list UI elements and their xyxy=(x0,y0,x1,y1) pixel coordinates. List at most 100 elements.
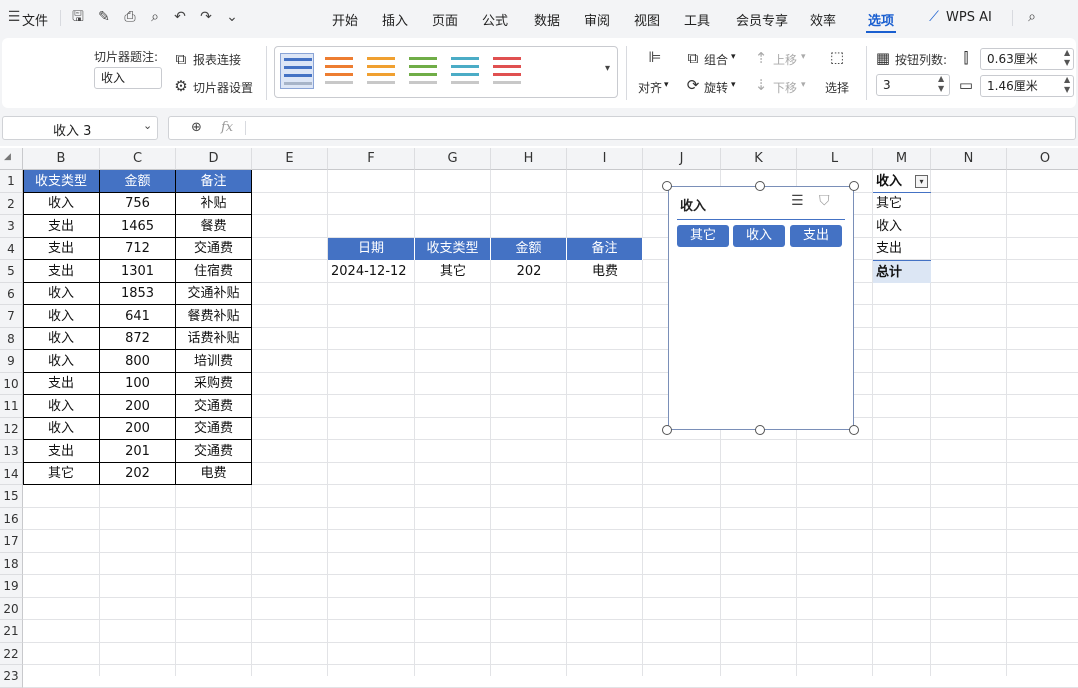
spinner-arrows-icon[interactable]: ▲ ▼ xyxy=(938,74,944,94)
zoom-icon[interactable]: ⊕ xyxy=(191,120,202,135)
bring-forward-button[interactable]: 上移 xyxy=(773,51,797,68)
tab-tools[interactable]: 工具 xyxy=(684,10,710,29)
table-cell[interactable]: 餐费补贴 xyxy=(176,305,252,328)
table-cell[interactable]: 2024-12-12 xyxy=(328,260,415,283)
resize-handle[interactable] xyxy=(849,425,859,435)
chevron-down-icon[interactable]: ⌄ xyxy=(143,119,152,132)
tab-formula[interactable]: 公式 xyxy=(482,10,508,29)
hamburger-menu-icon[interactable]: ☰ xyxy=(6,9,22,25)
tab-home[interactable]: 开始 xyxy=(332,10,358,29)
table-cell[interactable]: 872 xyxy=(100,328,176,350)
column-header-j[interactable]: J xyxy=(643,148,721,170)
row-header-6[interactable]: 6 xyxy=(0,283,23,305)
row-header-16[interactable]: 16 xyxy=(0,508,23,530)
column-header-k[interactable]: K xyxy=(721,148,797,170)
table-header-cell[interactable]: 备注 xyxy=(567,238,643,260)
row-header-21[interactable]: 21 xyxy=(0,620,23,643)
row-header-19[interactable]: 19 xyxy=(0,575,23,598)
table-cell[interactable]: 支出 xyxy=(23,373,100,395)
slicer-style-6[interactable] xyxy=(490,53,524,89)
table-header-cell[interactable]: 收支类型 xyxy=(415,238,491,260)
row-header-17[interactable]: 17 xyxy=(0,530,23,553)
slicer-button-income[interactable]: 收入 xyxy=(733,225,785,247)
table-cell[interactable]: 餐费 xyxy=(176,215,252,238)
table-cell[interactable]: 收入 xyxy=(23,395,100,418)
column-header-n[interactable]: N xyxy=(931,148,1007,170)
pivot-item-cell[interactable]: 其它 xyxy=(873,193,931,215)
pivot-item-cell[interactable]: 支出 xyxy=(873,238,931,260)
table-cell[interactable]: 收入 xyxy=(23,350,100,373)
table-cell[interactable]: 支出 xyxy=(23,260,100,283)
table-cell[interactable]: 712 xyxy=(100,238,176,260)
button-height-input[interactable]: 0.63厘米 xyxy=(980,48,1074,70)
caption-input[interactable]: 收入 xyxy=(94,67,162,89)
tab-insert[interactable]: 插入 xyxy=(382,10,408,29)
row-header-10[interactable]: 10 xyxy=(0,373,23,395)
column-header-f[interactable]: F xyxy=(328,148,415,170)
table-cell[interactable]: 交通补贴 xyxy=(176,283,252,305)
tab-page[interactable]: 页面 xyxy=(432,10,458,29)
table-cell[interactable]: 641 xyxy=(100,305,176,328)
slicer[interactable]: 收入 ☰ ⛉ 其它 收入 支出 xyxy=(668,186,854,430)
table-cell[interactable]: 756 xyxy=(100,193,176,215)
report-link-button[interactable]: 报表连接 xyxy=(193,51,241,68)
table-cell[interactable]: 收入 xyxy=(23,418,100,440)
table-cell[interactable]: 收入 xyxy=(23,283,100,305)
tab-efficiency[interactable]: 效率 xyxy=(810,10,836,29)
table-cell[interactable]: 话费补贴 xyxy=(176,328,252,350)
row-header-12[interactable]: 12 xyxy=(0,418,23,440)
pivot-filter-dropdown-icon[interactable]: ▾ xyxy=(915,175,928,188)
column-header-h[interactable]: H xyxy=(491,148,567,170)
table-cell[interactable]: 200 xyxy=(100,418,176,440)
pivot-item-cell[interactable]: 收入 xyxy=(873,215,931,238)
table-header-cell[interactable]: 备注 xyxy=(176,170,252,193)
row-header-8[interactable]: 8 xyxy=(0,328,23,350)
slicer-button-other[interactable]: 其它 xyxy=(677,225,729,247)
column-header-c[interactable]: C xyxy=(100,148,176,170)
select-all-corner[interactable]: ◢ xyxy=(0,148,23,170)
row-header-14[interactable]: 14 xyxy=(0,463,23,485)
button-width-input[interactable]: 1.46厘米 xyxy=(980,75,1074,97)
table-cell[interactable]: 收入 xyxy=(23,328,100,350)
table-cell[interactable]: 800 xyxy=(100,350,176,373)
table-cell[interactable]: 交通费 xyxy=(176,418,252,440)
redo-icon[interactable]: ↷ xyxy=(198,9,214,25)
group-button[interactable]: 组合 xyxy=(704,51,728,68)
chevron-down-icon[interactable]: ⌄ xyxy=(224,9,240,25)
table-cell[interactable]: 100 xyxy=(100,373,176,395)
row-header-9[interactable]: 9 xyxy=(0,350,23,373)
select-button[interactable]: 选择 xyxy=(825,79,849,96)
table-cell[interactable]: 200 xyxy=(100,395,176,418)
resize-handle[interactable] xyxy=(755,425,765,435)
slicer-settings-button[interactable]: 切片器设置 xyxy=(193,79,253,96)
row-header-15[interactable]: 15 xyxy=(0,485,23,508)
resize-handle[interactable] xyxy=(662,181,672,191)
rotate-button[interactable]: 旋转 xyxy=(704,79,728,96)
resize-handle[interactable] xyxy=(755,181,765,191)
column-header-i[interactable]: I xyxy=(567,148,643,170)
column-header-g[interactable]: G xyxy=(415,148,491,170)
table-cell[interactable]: 采购费 xyxy=(176,373,252,395)
clear-filter-icon[interactable]: ⛉ xyxy=(819,193,830,209)
table-cell[interactable]: 支出 xyxy=(23,440,100,463)
table-header-cell[interactable]: 日期 xyxy=(328,238,415,260)
table-cell[interactable]: 其它 xyxy=(415,260,491,283)
row-header-22[interactable]: 22 xyxy=(0,643,23,665)
fx-icon[interactable]: fx xyxy=(221,120,233,135)
table-cell[interactable]: 支出 xyxy=(23,238,100,260)
table-cell[interactable]: 1465 xyxy=(100,215,176,238)
table-cell[interactable]: 培训费 xyxy=(176,350,252,373)
row-header-18[interactable]: 18 xyxy=(0,553,23,575)
table-cell[interactable]: 201 xyxy=(100,440,176,463)
column-header-d[interactable]: D xyxy=(176,148,252,170)
file-menu[interactable]: 文件 xyxy=(22,10,48,29)
tab-member[interactable]: 会员专享 xyxy=(736,10,788,29)
print-icon[interactable]: ⎙ xyxy=(122,9,138,25)
table-cell[interactable]: 补贴 xyxy=(176,193,252,215)
wps-ai-button[interactable]: WPS AI xyxy=(946,10,992,25)
row-header-7[interactable]: 7 xyxy=(0,305,23,328)
table-cell[interactable]: 202 xyxy=(100,463,176,485)
print-preview-icon[interactable]: ⌕ xyxy=(147,9,163,25)
slicer-style-5[interactable] xyxy=(448,53,482,89)
table-cell[interactable]: 住宿费 xyxy=(176,260,252,283)
